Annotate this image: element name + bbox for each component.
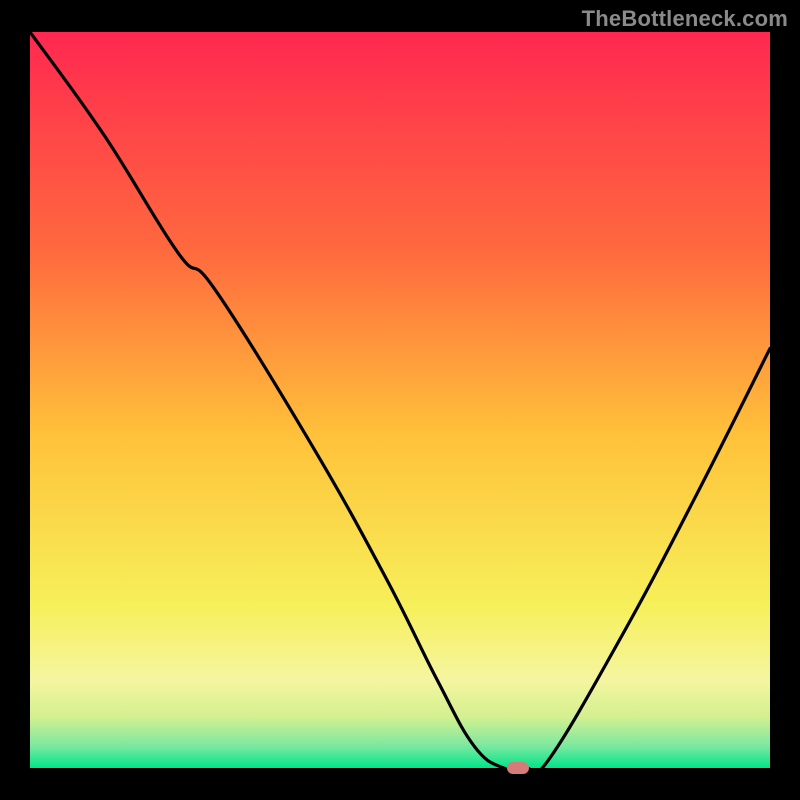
plot-svg — [30, 32, 770, 768]
plot-area — [30, 32, 770, 768]
chart-stage: TheBottleneck.com — [0, 0, 800, 800]
watermark-text: TheBottleneck.com — [582, 6, 788, 32]
optimal-marker — [507, 762, 529, 774]
gradient-bg — [30, 32, 770, 768]
